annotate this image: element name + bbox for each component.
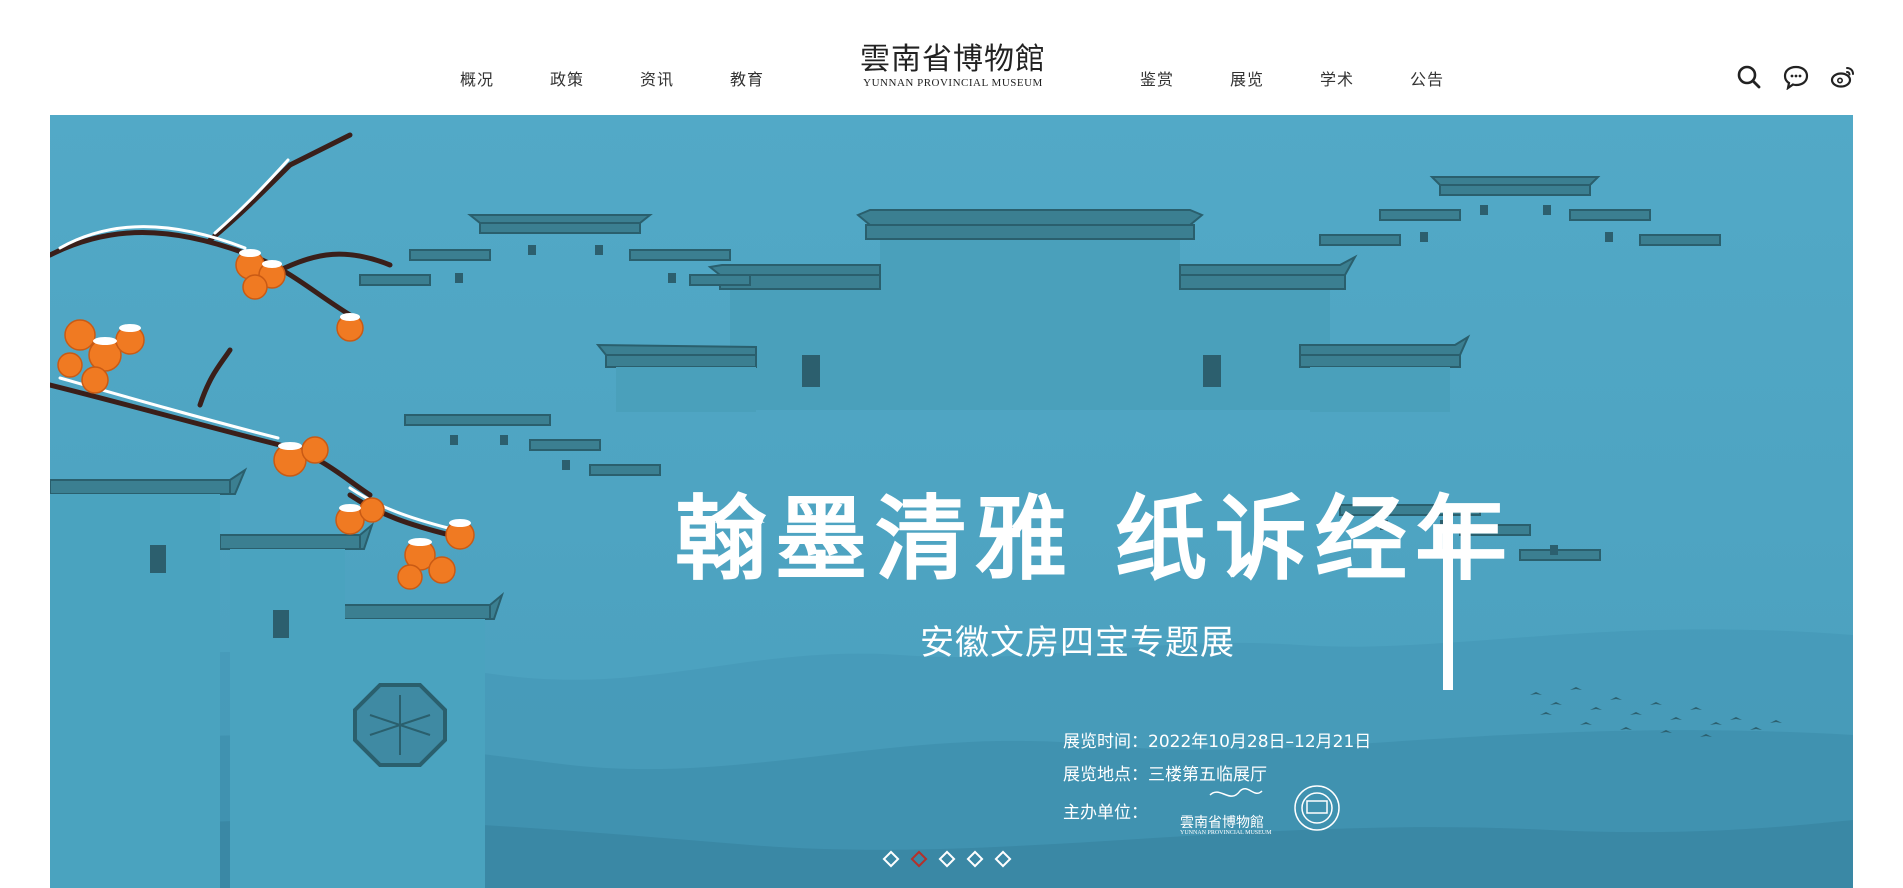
site-header: 概况 政策 资讯 教育 雲南省博物館 YUNNAN PROVINCIAL MUS… — [0, 0, 1903, 115]
logo-cn: 雲南省博物館 — [860, 42, 1046, 77]
organizer-logo-en: YUNNAN PROVINCIAL MUSEUM — [1180, 830, 1272, 836]
nav-item-overview[interactable]: 概况 — [460, 66, 494, 90]
nav-item-policy[interactable]: 政策 — [550, 66, 584, 90]
nav-item-education[interactable]: 教育 — [730, 66, 764, 90]
organizer-logo-cn: 雲南省博物館 — [1180, 815, 1264, 831]
carousel-dot[interactable] — [966, 850, 984, 868]
carousel-dot[interactable] — [994, 850, 1012, 868]
carousel-dot-active[interactable] — [910, 850, 928, 868]
chat-icon[interactable] — [1783, 64, 1809, 91]
nav-item-appreciation[interactable]: 鉴赏 — [1140, 66, 1174, 90]
nav-item-news[interactable]: 资讯 — [640, 66, 674, 90]
nav-item-academic[interactable]: 学术 — [1320, 66, 1354, 90]
search-icon[interactable] — [1736, 64, 1762, 90]
weibo-icon[interactable] — [1830, 64, 1856, 90]
exhibition-time: 展览时间：2022年10月28日–12月21日 — [1063, 732, 1372, 752]
carousel-dot[interactable] — [938, 850, 956, 868]
exhibition-subtitle: 安徽文房四宝专题展 — [920, 623, 1235, 663]
logo-en: YUNNAN PROVINCIAL MUSEUM — [863, 77, 1043, 89]
exhibition-organizer: 主办单位： — [1063, 803, 1148, 823]
hero-banner[interactable]: 翰墨清雅 纸诉经年 安徽文房四宝专题展 展览时间：2022年10月28日–12月… — [50, 115, 1853, 888]
exhibition-title: 翰墨清雅 纸诉经年 — [675, 486, 1516, 593]
museum-logo[interactable]: 雲南省博物館 YUNNAN PROVINCIAL MUSEUM — [858, 44, 1048, 94]
carousel-dot[interactable] — [882, 850, 900, 868]
nav-item-notice[interactable]: 公告 — [1410, 66, 1444, 90]
nav-item-exhibition[interactable]: 展览 — [1230, 66, 1264, 90]
exhibition-place: 展览地点：三楼第五临展厅 — [1063, 765, 1267, 785]
carousel-indicators — [882, 850, 1045, 873]
